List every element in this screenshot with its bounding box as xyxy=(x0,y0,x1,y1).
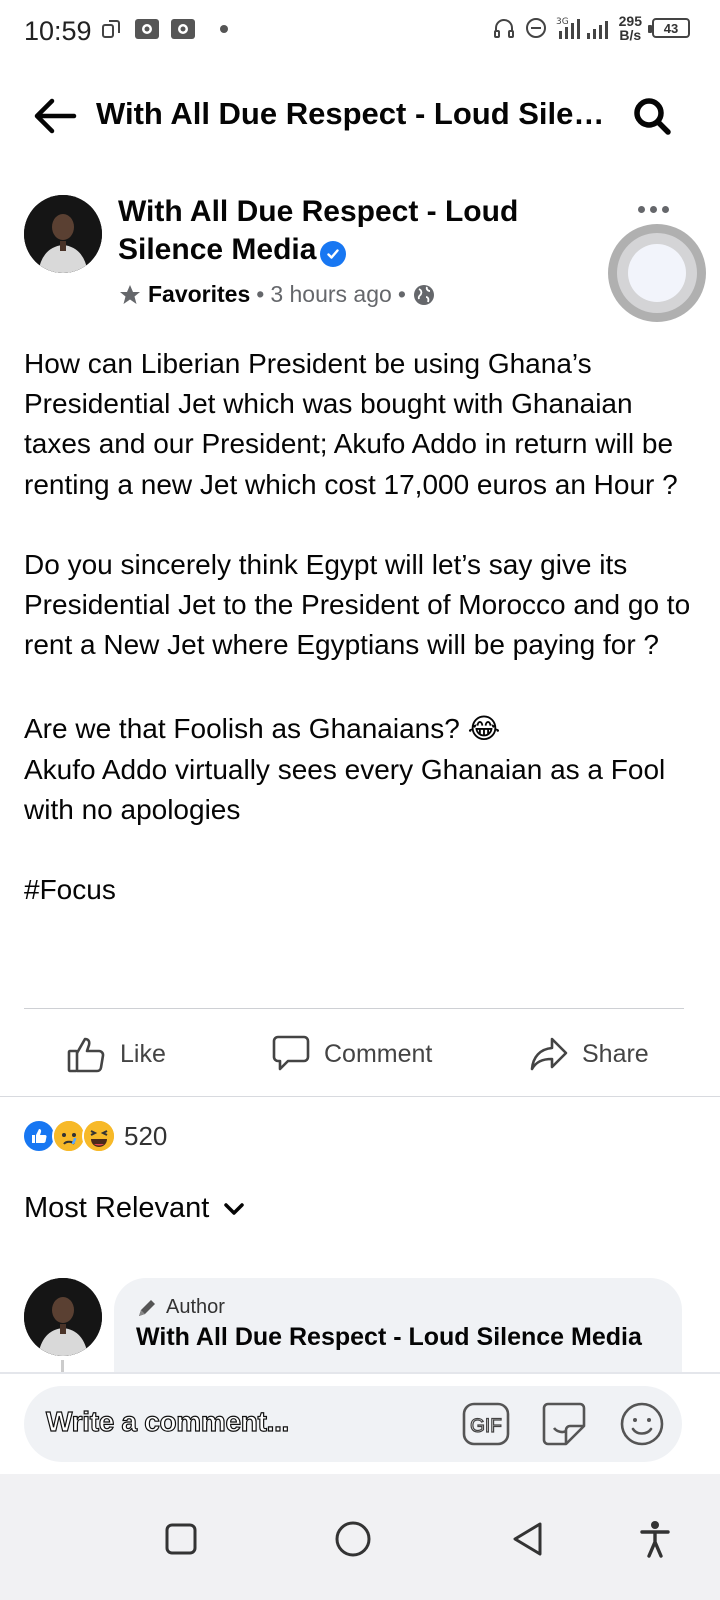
haha-reaction-icon xyxy=(82,1119,116,1153)
home-button[interactable] xyxy=(328,1514,378,1564)
headphones-icon xyxy=(491,15,517,41)
status-bar: 10:59 3G 295 B/s 43 xyxy=(0,0,720,64)
post-paragraph: How can Liberian President be using Ghan… xyxy=(24,348,678,500)
triangle-back-icon xyxy=(513,1522,542,1556)
sad-reaction-icon xyxy=(52,1119,86,1153)
comment-bubble-icon xyxy=(272,1035,310,1071)
post-hashtag[interactable]: #Focus xyxy=(24,870,696,910)
post-author-name[interactable]: With All Due Respect - Loud Silence Medi… xyxy=(118,193,538,269)
sticker-button[interactable] xyxy=(540,1400,588,1448)
post-time[interactable]: 3 hours ago xyxy=(270,281,391,308)
search-icon xyxy=(634,98,671,135)
square-icon xyxy=(165,1523,197,1555)
reactions-summary[interactable]: 520 xyxy=(22,1119,167,1153)
search-button[interactable] xyxy=(628,92,676,140)
comment-author-name[interactable]: With All Due Respect - Loud Silence Medi… xyxy=(136,1322,656,1352)
divider xyxy=(24,1008,684,1009)
back-button[interactable] xyxy=(30,94,80,138)
comment-placeholder: Write a comment... xyxy=(45,1405,290,1437)
notification-icon xyxy=(134,16,160,42)
accessibility-icon xyxy=(640,1521,670,1558)
accessibility-button[interactable] xyxy=(630,1514,680,1564)
gif-icon: GIF xyxy=(462,1402,510,1446)
share-button[interactable]: Share xyxy=(528,1024,649,1084)
thumbs-up-icon xyxy=(67,1037,105,1073)
circle-icon xyxy=(335,1521,371,1557)
chevron-down-icon xyxy=(224,1202,245,1215)
back-nav-button[interactable] xyxy=(502,1514,552,1564)
sticker-icon xyxy=(542,1402,586,1446)
post-more-options-button[interactable] xyxy=(630,196,676,222)
pencil-icon xyxy=(139,1299,155,1316)
gif-button[interactable]: GIF xyxy=(462,1400,510,1448)
net-speed: 295 B/s xyxy=(618,13,642,43)
svg-text:GIF: GIF xyxy=(470,1416,502,1437)
post-paragraph: Do you sincerely think Egypt will let’s … xyxy=(24,548,691,661)
system-navigation-bar xyxy=(0,1474,720,1600)
verified-badge-icon xyxy=(320,241,347,267)
commenter-avatar[interactable] xyxy=(24,1278,102,1356)
post-paragraph: Akufo Addo virtually sees every Ghanaian… xyxy=(24,753,666,825)
comment-composer: Write a comment... GIF xyxy=(0,1372,720,1474)
floating-assistive-touch-button[interactable] xyxy=(608,224,706,322)
post-actions: Like Comment Share xyxy=(0,1024,720,1084)
smiley-icon xyxy=(620,1402,664,1446)
sync-icon xyxy=(98,16,124,42)
post-meta: Favorites • 3 hours ago • xyxy=(118,281,436,308)
reaction-count: 520 xyxy=(124,1120,168,1151)
top-app-bar: With All Due Respect - Loud Silence Medi… xyxy=(0,80,720,150)
globe-icon xyxy=(413,284,434,305)
comment-sort-dropdown[interactable]: Most Relevant xyxy=(24,1192,245,1225)
recents-button[interactable] xyxy=(156,1514,206,1564)
like-button[interactable]: Like xyxy=(66,1024,166,1084)
svg-text:3G: 3G xyxy=(556,17,569,27)
post-body: How can Liberian President be using Ghan… xyxy=(24,344,696,910)
dnd-icon xyxy=(523,15,549,41)
notification-icon xyxy=(170,16,196,42)
comment-input[interactable]: Write a comment... GIF xyxy=(24,1386,682,1462)
emoji-button[interactable] xyxy=(618,1400,666,1448)
battery-icon: 43 xyxy=(648,18,690,38)
post-paragraph: Are we that Foolish as Ghanaians? 😂 xyxy=(24,713,501,745)
favorites-label: Favorites xyxy=(148,281,251,307)
share-arrow-icon xyxy=(530,1037,568,1071)
like-reaction-icon xyxy=(22,1119,56,1153)
section-divider xyxy=(0,1096,720,1097)
author-badge: Author xyxy=(136,1296,225,1319)
signal-icon: 3G xyxy=(555,15,613,41)
page-title: With All Due Respect - Loud Silence Medi… xyxy=(96,96,616,131)
author-avatar[interactable] xyxy=(24,195,102,273)
status-time: 10:59 xyxy=(24,16,92,46)
comment-button[interactable]: Comment xyxy=(270,1024,432,1084)
back-arrow-icon xyxy=(34,98,77,134)
more-notifications-dot xyxy=(220,25,228,33)
star-icon xyxy=(120,284,140,304)
